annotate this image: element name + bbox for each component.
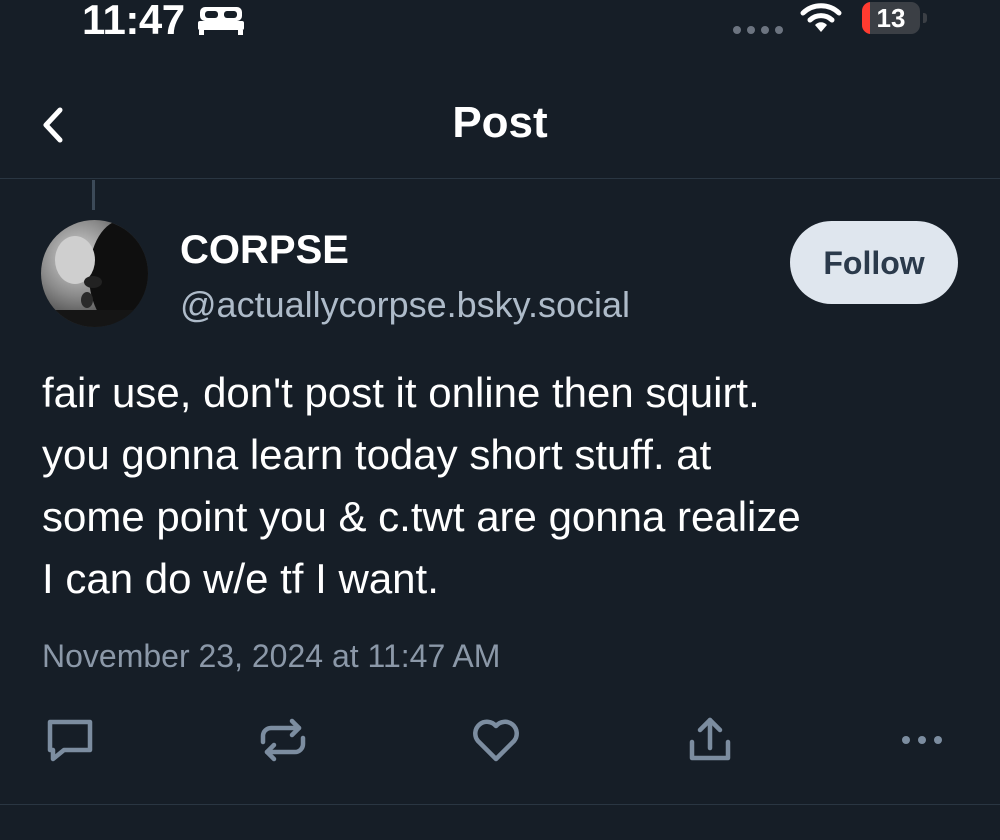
sleep-bed-icon: [197, 4, 245, 36]
post-text: fair use, don't post it online then squi…: [42, 369, 801, 602]
reply-icon: [47, 719, 93, 762]
follow-button[interactable]: Follow: [790, 221, 958, 304]
signal-dots-icon: [732, 22, 784, 34]
repost-icon: [260, 718, 306, 762]
header-divider: [0, 178, 1000, 179]
post-timestamp: November 23, 2024 at 11:47 AM: [42, 638, 501, 674]
reply-button[interactable]: [42, 712, 98, 768]
wifi-icon: [800, 2, 842, 34]
author-handle[interactable]: @actuallycorpse.bsky.social: [180, 284, 630, 326]
battery-icon: 13: [862, 2, 928, 34]
status-time: 11:47: [82, 0, 185, 43]
author-display-name[interactable]: CORPSE: [180, 228, 349, 273]
like-heart-icon: [473, 719, 519, 762]
avatar[interactable]: [41, 220, 148, 327]
like-button[interactable]: [468, 712, 524, 768]
share-icon: [689, 717, 731, 761]
more-options-icon: [902, 736, 942, 744]
more-options-button[interactable]: [894, 712, 950, 768]
share-button[interactable]: [682, 712, 738, 768]
page-title: Post: [452, 98, 548, 147]
repost-button[interactable]: [255, 712, 311, 768]
thread-connector-line: [92, 180, 95, 210]
battery-percentage: 13: [876, 3, 906, 33]
footer-divider: [0, 804, 1000, 805]
